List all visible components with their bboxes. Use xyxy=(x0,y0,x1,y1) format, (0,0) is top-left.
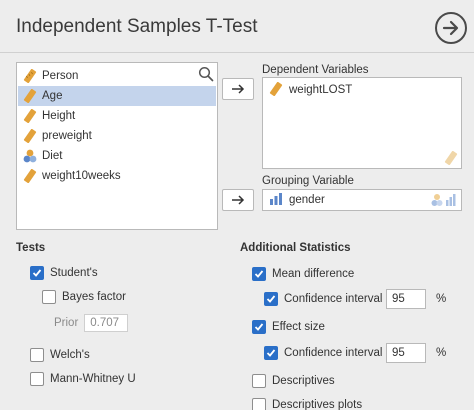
variable-item-weight10weeks[interactable]: weight10weeks xyxy=(18,166,216,186)
ci-option-1[interactable]: Confidence interval % xyxy=(264,289,446,309)
move-to-grouping-button[interactable] xyxy=(222,189,254,211)
variable-label: Age xyxy=(42,90,63,102)
prior-label: Prior xyxy=(54,317,79,329)
prior-row: Prior xyxy=(54,314,129,332)
mann-whitney-checkbox[interactable] xyxy=(30,372,44,386)
dependent-item-weightlost[interactable]: weightLOST xyxy=(269,82,352,98)
grouping-variable-label: Grouping Variable xyxy=(262,175,354,187)
check-icon xyxy=(254,323,264,331)
variable-label: weight10weeks xyxy=(42,170,121,182)
ci-percent-2: % xyxy=(436,347,447,359)
effect-size-checkbox[interactable] xyxy=(252,320,266,334)
effect-size-label: Effect size xyxy=(272,321,325,333)
additional-statistics-heading: Additional Statistics xyxy=(240,242,351,254)
variable-label: preweight xyxy=(42,130,92,142)
nominal-circles-icon xyxy=(22,148,38,164)
move-to-dependent-button[interactable] xyxy=(222,78,254,100)
bar-icon xyxy=(269,193,285,207)
dependent-variables-box[interactable]: weightLOST xyxy=(262,77,462,169)
ruler-icon xyxy=(22,68,38,84)
variable-label: Height xyxy=(42,110,76,122)
ci-label-1: Confidence interval xyxy=(284,293,383,305)
ci-input-2[interactable] xyxy=(386,343,426,363)
ci-label-2: Confidence interval xyxy=(284,347,383,359)
ruler-icon xyxy=(22,168,38,184)
check-icon xyxy=(266,349,276,357)
variable-item-diet[interactable]: Diet xyxy=(18,146,216,166)
student-option[interactable]: Student's xyxy=(30,266,98,280)
variable-item-preweight[interactable]: preweight xyxy=(18,126,216,146)
mean-difference-option[interactable]: Mean difference xyxy=(252,267,354,281)
ci-checkbox-1[interactable] xyxy=(264,292,278,306)
run-arrow-icon xyxy=(442,20,459,36)
ci-checkbox-2[interactable] xyxy=(264,346,278,360)
tests-heading: Tests xyxy=(16,242,46,254)
welch-option[interactable]: Welch's xyxy=(30,348,90,362)
bayes-option[interactable]: Bayes factor xyxy=(42,290,126,304)
variable-label: Person xyxy=(42,70,79,82)
page-title: Independent Samples T-Test xyxy=(16,16,258,37)
bayes-checkbox[interactable] xyxy=(42,290,56,304)
run-button[interactable] xyxy=(435,12,467,44)
ruler-icon xyxy=(22,88,38,104)
grouping-item-gender[interactable]: gender xyxy=(269,193,325,207)
search-icon[interactable] xyxy=(198,66,214,82)
arrow-right-icon xyxy=(232,84,245,94)
ruler-icon xyxy=(22,108,38,124)
header-divider xyxy=(0,52,474,53)
descriptives-label: Descriptives xyxy=(272,375,335,387)
descriptives-plots-checkbox[interactable] xyxy=(252,398,266,410)
descriptives-plots-option[interactable]: Descriptives plots xyxy=(252,398,362,410)
variable-item-person[interactable]: Person xyxy=(18,66,216,86)
variable-item-height[interactable]: Height xyxy=(18,106,216,126)
bayes-label: Bayes factor xyxy=(62,291,126,303)
dependent-item-label: weightLOST xyxy=(289,84,353,96)
student-checkbox[interactable] xyxy=(30,266,44,280)
nominal-circles-icon xyxy=(431,193,457,207)
mann-whitney-label: Mann-Whitney U xyxy=(50,373,136,385)
check-icon xyxy=(254,270,264,278)
effect-size-option[interactable]: Effect size xyxy=(252,320,325,334)
prior-input[interactable] xyxy=(84,314,129,332)
descriptives-plots-label: Descriptives plots xyxy=(272,399,363,410)
ci-option-2[interactable]: Confidence interval % xyxy=(264,343,446,363)
variable-list[interactable]: Person Age Height preweight Diet weight1… xyxy=(16,62,218,230)
variable-item-age[interactable]: Age xyxy=(18,86,216,106)
grouping-item-label: gender xyxy=(289,194,325,206)
check-icon xyxy=(266,295,276,303)
welch-checkbox[interactable] xyxy=(30,348,44,362)
mann-whitney-option[interactable]: Mann-Whitney U xyxy=(30,372,136,386)
mean-difference-label: Mean difference xyxy=(272,268,355,280)
welch-label: Welch's xyxy=(50,349,90,361)
dependent-variables-label: Dependent Variables xyxy=(262,64,369,76)
arrow-right-icon xyxy=(232,195,245,205)
descriptives-checkbox[interactable] xyxy=(252,374,266,388)
variable-label: Diet xyxy=(42,150,63,162)
check-icon xyxy=(32,269,42,277)
grouping-variable-box[interactable]: gender xyxy=(262,189,462,211)
descriptives-option[interactable]: Descriptives xyxy=(252,374,335,388)
student-label: Student's xyxy=(50,267,98,279)
ci-input-1[interactable] xyxy=(386,289,426,309)
mean-difference-checkbox[interactable] xyxy=(252,267,266,281)
ruler-icon xyxy=(22,128,38,144)
ruler-icon xyxy=(269,82,285,98)
ruler-icon xyxy=(444,150,458,166)
ci-percent-1: % xyxy=(436,293,447,305)
